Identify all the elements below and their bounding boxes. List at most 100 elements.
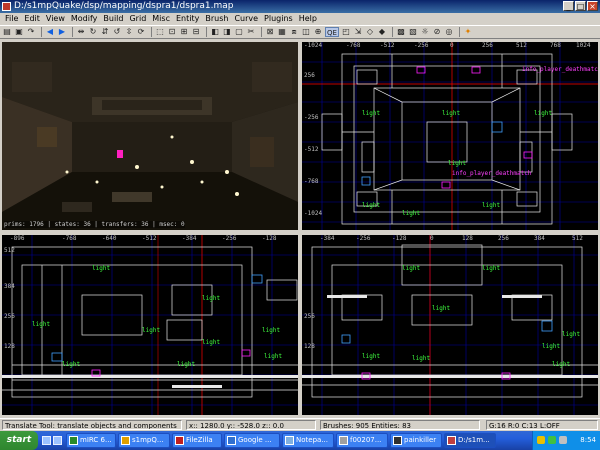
entity-label: light xyxy=(262,327,281,334)
texture-lock-icon[interactable]: ⊘ xyxy=(432,27,442,37)
menu-misc[interactable]: Misc xyxy=(149,13,173,25)
taskbar-task-mirc[interactable]: mIRC 6... xyxy=(66,433,116,448)
drag-vertices-icon[interactable]: ◆ xyxy=(377,27,387,37)
save-icon[interactable]: ▣ xyxy=(14,27,24,37)
select-complete-icon[interactable]: ⬚ xyxy=(155,27,165,37)
entity-label: light xyxy=(142,327,161,334)
select-partial-icon[interactable]: ⊞ xyxy=(179,27,189,37)
front-view-viewport[interactable]: -896 -768 -640 -512 -384 -256 -128 512 3… xyxy=(0,233,300,417)
quick-launch-icon[interactable] xyxy=(53,436,62,445)
top-ruler-y: 256 xyxy=(304,72,315,79)
camera-viewport[interactable]: prims: 1796 | states: 36 | transfers: 36… xyxy=(0,40,300,232)
csg-merge-icon[interactable]: ◨ xyxy=(222,27,232,37)
title-bar: D:/s1mpQuake/dsp/mapping/dspra1/dspra1.m… xyxy=(0,0,600,13)
entity-label: light xyxy=(562,331,581,338)
taskbar-task-s1mpquake[interactable]: s1mpQ... xyxy=(118,433,170,448)
clipper-icon[interactable]: ✂ xyxy=(246,27,256,37)
status-tool-hint: Translate Tool: translate objects and co… xyxy=(2,420,182,430)
lighting-icon[interactable]: ☼ xyxy=(420,27,430,37)
top-view-viewport[interactable]: -1024 -768 -512 -256 0 256 512 768 1024 … xyxy=(300,40,600,232)
separator xyxy=(206,27,207,37)
entity-label: light xyxy=(402,265,421,272)
drag-edges-icon[interactable]: ◇ xyxy=(365,27,375,37)
start-button[interactable]: start xyxy=(0,431,38,450)
arrow-left-icon[interactable]: ◀ xyxy=(45,27,55,37)
entity-label: light xyxy=(402,210,421,217)
status-counts: Brushes: 905 Entities: 83 xyxy=(320,420,480,430)
taskbar-task-notepad[interactable]: Notepa... xyxy=(282,433,334,448)
hollow-icon[interactable]: ▢ xyxy=(234,27,244,37)
side-ruler-x: 384 xyxy=(534,235,545,242)
taskbar-task-radiant[interactable]: D:/s1m... xyxy=(444,433,496,448)
side-view-viewport[interactable]: -384 -256 -128 0 128 256 384 512 256 128… xyxy=(300,233,600,417)
show-entities-icon[interactable]: ▧ xyxy=(408,27,418,37)
notepad-icon xyxy=(285,436,294,445)
top-ruler-x: -512 xyxy=(380,42,395,49)
entity-label: info_player_deathmatch xyxy=(522,66,600,73)
entity-label: light xyxy=(362,110,381,117)
rotate-z-icon[interactable]: ⟳ xyxy=(136,27,146,37)
texture-view-icon[interactable]: ▦ xyxy=(277,27,287,37)
taskbar-task-google[interactable]: Google ... xyxy=(224,433,280,448)
speaker-icon[interactable] xyxy=(559,436,567,444)
entity-label: light xyxy=(542,343,561,350)
menu-brush[interactable]: Brush xyxy=(202,13,231,25)
taskbar-task-filezilla[interactable]: FileZilla xyxy=(172,433,222,448)
menu-grid[interactable]: Grid xyxy=(126,13,149,25)
taskbar-task-f00207[interactable]: f00207... xyxy=(336,433,388,448)
folder-icon xyxy=(121,436,130,445)
menu-edit[interactable]: Edit xyxy=(21,13,43,25)
qe-mode-button[interactable]: QE xyxy=(325,27,339,37)
tray-icon[interactable] xyxy=(537,436,545,444)
menu-build[interactable]: Build xyxy=(100,13,126,25)
maximize-button[interactable]: □ xyxy=(575,1,586,11)
change-views-icon[interactable]: ⊠ xyxy=(265,27,275,37)
open-icon[interactable]: ▤ xyxy=(2,27,12,37)
menu-file[interactable]: File xyxy=(2,13,21,25)
menu-entity[interactable]: Entity xyxy=(173,13,202,25)
rotate-y-icon[interactable]: ↺ xyxy=(112,27,122,37)
menu-plugins[interactable]: Plugins xyxy=(261,13,296,25)
browser-icon xyxy=(227,436,236,445)
plugin-icon[interactable]: ✦ xyxy=(463,27,473,37)
tray-icon[interactable] xyxy=(548,436,556,444)
flip-x-icon[interactable]: ⇹ xyxy=(76,27,86,37)
select-inside-icon[interactable]: ⊟ xyxy=(191,27,201,37)
entity-label: light xyxy=(264,353,283,360)
top-ruler-x: -256 xyxy=(414,42,429,49)
menu-modify[interactable]: Modify xyxy=(68,13,101,25)
top-ruler-x: 768 xyxy=(550,42,561,49)
entity-view-icon[interactable]: ⊕ xyxy=(313,27,323,37)
taskbar-task-painkiller[interactable]: painkiller xyxy=(390,433,442,448)
status-coordinates: x:: 1280.0 y:: -528.0 z:: 0.0 xyxy=(186,420,316,430)
separator xyxy=(459,27,460,37)
close-button[interactable]: × xyxy=(587,1,598,11)
side-ruler-x: 0 xyxy=(430,235,434,242)
menu-bar: File Edit View Modify Build Grid Misc En… xyxy=(0,13,600,25)
redo-icon[interactable]: ↷ xyxy=(26,27,36,37)
scale-icon[interactable]: ⇲ xyxy=(353,27,363,37)
image-icon xyxy=(339,436,348,445)
front-ruler-x: -896 xyxy=(10,235,25,242)
csg-subtract-icon[interactable]: ◧ xyxy=(210,27,220,37)
minimize-button[interactable]: _ xyxy=(563,1,574,11)
filter-icon[interactable]: ▩ xyxy=(396,27,406,37)
camera-view-icon[interactable]: ◫ xyxy=(301,27,311,37)
flip-z-icon[interactable]: ⇳ xyxy=(124,27,134,37)
texture-lock-rotate-icon[interactable]: ◎ xyxy=(444,27,454,37)
cubic-clip-icon[interactable]: ⧈ xyxy=(289,27,299,37)
quick-launch-icon[interactable] xyxy=(42,436,51,445)
menu-help[interactable]: Help xyxy=(296,13,320,25)
front-ruler-y: 384 xyxy=(4,283,15,290)
side-ruler-y: 128 xyxy=(304,343,315,350)
flip-y-icon[interactable]: ⇵ xyxy=(100,27,110,37)
arrow-right-icon[interactable]: ▶ xyxy=(57,27,67,37)
camera-status: prims: 1796 | states: 36 | transfers: 36… xyxy=(4,221,185,228)
patch-icon[interactable]: ◰ xyxy=(341,27,351,37)
rotate-x-icon[interactable]: ↻ xyxy=(88,27,98,37)
entity-label: light xyxy=(202,295,221,302)
select-touching-icon[interactable]: ⊡ xyxy=(167,27,177,37)
menu-curve[interactable]: Curve xyxy=(231,13,261,25)
menu-view[interactable]: View xyxy=(43,13,68,25)
front-ruler-x: -384 xyxy=(182,235,197,242)
